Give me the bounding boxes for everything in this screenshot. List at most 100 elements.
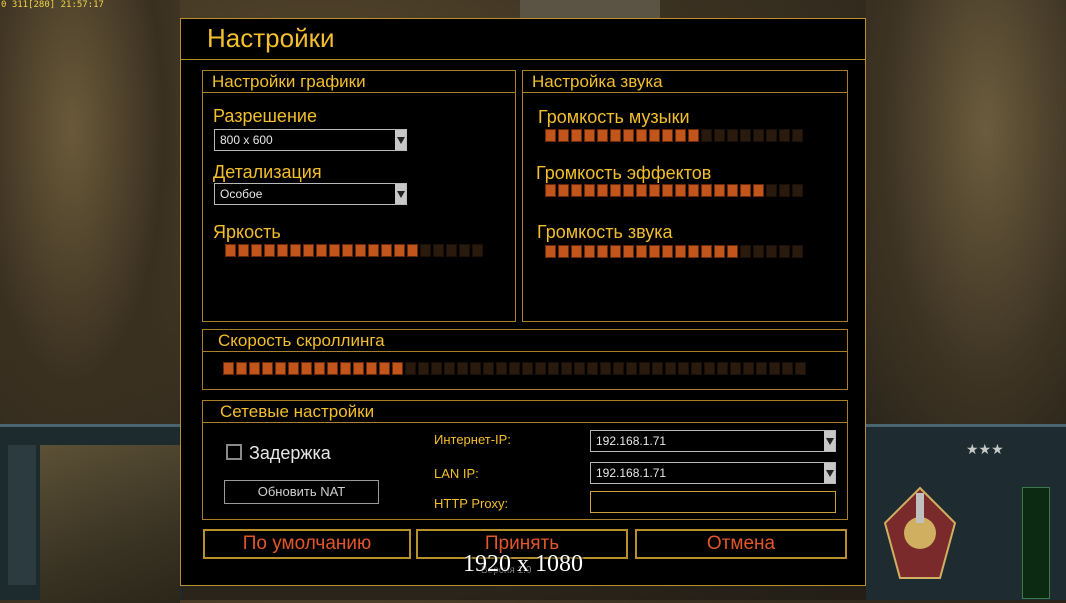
slider-segment[interactable] bbox=[610, 245, 621, 258]
slider-segment[interactable] bbox=[779, 245, 790, 258]
slider-segment[interactable] bbox=[714, 184, 725, 197]
slider-segment[interactable] bbox=[701, 184, 712, 197]
slider-segment[interactable] bbox=[545, 184, 556, 197]
slider-segment[interactable] bbox=[251, 244, 262, 257]
slider-segment[interactable] bbox=[584, 245, 595, 258]
slider-segment[interactable] bbox=[623, 245, 634, 258]
slider-segment[interactable] bbox=[509, 362, 520, 375]
slider-segment[interactable] bbox=[649, 184, 660, 197]
slider-segment[interactable] bbox=[561, 362, 572, 375]
slider-segment[interactable] bbox=[431, 362, 442, 375]
slider-segment[interactable] bbox=[381, 244, 392, 257]
slider-segment[interactable] bbox=[340, 362, 351, 375]
slider-segment[interactable] bbox=[316, 244, 327, 257]
slider-segment[interactable] bbox=[623, 184, 634, 197]
slider-segment[interactable] bbox=[277, 244, 288, 257]
slider-segment[interactable] bbox=[795, 362, 806, 375]
slider-segment[interactable] bbox=[662, 245, 673, 258]
slider-segment[interactable] bbox=[587, 362, 598, 375]
slider-segment[interactable] bbox=[610, 129, 621, 142]
slider-segment[interactable] bbox=[675, 184, 686, 197]
slider-segment[interactable] bbox=[753, 245, 764, 258]
slider-segment[interactable] bbox=[342, 244, 353, 257]
slider-segment[interactable] bbox=[639, 362, 650, 375]
slider-segment[interactable] bbox=[740, 184, 751, 197]
lan-ip-select[interactable]: 192.168.1.71 bbox=[590, 462, 836, 484]
slider-segment[interactable] bbox=[571, 245, 582, 258]
slider-segment[interactable] bbox=[303, 244, 314, 257]
slider-segment[interactable] bbox=[662, 184, 673, 197]
slider-segment[interactable] bbox=[379, 362, 390, 375]
slider-segment[interactable] bbox=[353, 362, 364, 375]
slider-segment[interactable] bbox=[407, 244, 418, 257]
slider-segment[interactable] bbox=[740, 245, 751, 258]
slider-segment[interactable] bbox=[418, 362, 429, 375]
slider-segment[interactable] bbox=[649, 129, 660, 142]
slider-segment[interactable] bbox=[574, 362, 585, 375]
slider-segment[interactable] bbox=[433, 244, 444, 257]
slider-segment[interactable] bbox=[714, 129, 725, 142]
scroll-speed-slider[interactable] bbox=[223, 362, 806, 375]
slider-segment[interactable] bbox=[238, 244, 249, 257]
slider-segment[interactable] bbox=[223, 362, 234, 375]
slider-segment[interactable] bbox=[483, 362, 494, 375]
slider-segment[interactable] bbox=[522, 362, 533, 375]
slider-segment[interactable] bbox=[753, 184, 764, 197]
slider-segment[interactable] bbox=[766, 184, 777, 197]
slider-segment[interactable] bbox=[782, 362, 793, 375]
slider-segment[interactable] bbox=[743, 362, 754, 375]
slider-segment[interactable] bbox=[314, 362, 325, 375]
slider-segment[interactable] bbox=[610, 184, 621, 197]
slider-segment[interactable] bbox=[704, 362, 715, 375]
refresh-nat-button[interactable]: Обновить NAT bbox=[224, 480, 379, 504]
slider-segment[interactable] bbox=[623, 129, 634, 142]
slider-segment[interactable] bbox=[558, 245, 569, 258]
slider-segment[interactable] bbox=[262, 362, 273, 375]
slider-segment[interactable] bbox=[327, 362, 338, 375]
slider-segment[interactable] bbox=[675, 245, 686, 258]
minimap[interactable] bbox=[40, 445, 180, 603]
slider-segment[interactable] bbox=[766, 129, 777, 142]
slider-segment[interactable] bbox=[584, 129, 595, 142]
slider-segment[interactable] bbox=[792, 184, 803, 197]
slider-segment[interactable] bbox=[727, 245, 738, 258]
slider-segment[interactable] bbox=[496, 362, 507, 375]
slider-segment[interactable] bbox=[701, 129, 712, 142]
slider-segment[interactable] bbox=[727, 184, 738, 197]
cancel-button[interactable]: Отмена bbox=[635, 529, 847, 559]
effects-volume-slider[interactable] bbox=[545, 184, 803, 197]
slider-segment[interactable] bbox=[545, 245, 556, 258]
slider-segment[interactable] bbox=[714, 245, 725, 258]
slider-segment[interactable] bbox=[769, 362, 780, 375]
slider-segment[interactable] bbox=[545, 129, 556, 142]
slider-segment[interactable] bbox=[329, 244, 340, 257]
chevron-down-icon[interactable] bbox=[395, 184, 406, 204]
slider-segment[interactable] bbox=[571, 184, 582, 197]
slider-segment[interactable] bbox=[756, 362, 767, 375]
slider-segment[interactable] bbox=[249, 362, 260, 375]
slider-segment[interactable] bbox=[636, 245, 647, 258]
slider-segment[interactable] bbox=[600, 362, 611, 375]
slider-segment[interactable] bbox=[405, 362, 416, 375]
slider-segment[interactable] bbox=[444, 362, 455, 375]
resolution-select[interactable]: 800 x 600 bbox=[214, 129, 407, 151]
slider-segment[interactable] bbox=[730, 362, 741, 375]
slider-segment[interactable] bbox=[420, 244, 431, 257]
slider-segment[interactable] bbox=[457, 362, 468, 375]
chevron-down-icon[interactable] bbox=[824, 431, 835, 451]
slider-segment[interactable] bbox=[571, 129, 582, 142]
slider-segment[interactable] bbox=[636, 184, 647, 197]
slider-segment[interactable] bbox=[558, 129, 569, 142]
slider-segment[interactable] bbox=[740, 129, 751, 142]
slider-segment[interactable] bbox=[779, 129, 790, 142]
slider-segment[interactable] bbox=[691, 362, 702, 375]
slider-segment[interactable] bbox=[301, 362, 312, 375]
voice-volume-slider[interactable] bbox=[545, 245, 803, 258]
http-proxy-input[interactable] bbox=[590, 491, 836, 513]
defaults-button[interactable]: По умолчанию bbox=[203, 529, 411, 559]
slider-segment[interactable] bbox=[675, 129, 686, 142]
slider-segment[interactable] bbox=[459, 244, 470, 257]
slider-segment[interactable] bbox=[649, 245, 660, 258]
slider-segment[interactable] bbox=[597, 245, 608, 258]
slider-segment[interactable] bbox=[717, 362, 728, 375]
